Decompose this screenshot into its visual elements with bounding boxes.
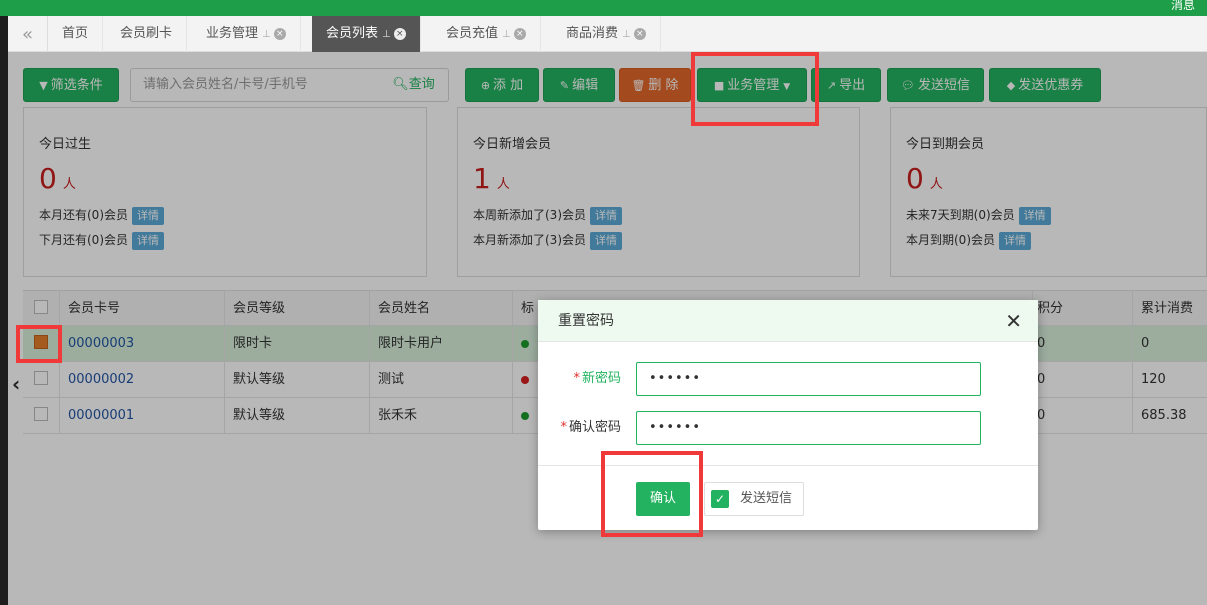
confirm-password-label: * 确认密码 — [560, 420, 621, 435]
tab-member-swipe[interactable]: 会员刷卡 — [106, 16, 188, 52]
tab-goods-consume[interactable]: 商品消费 ⊥ × — [552, 16, 661, 52]
tab-member-list[interactable]: 会员列表 ⊥ × — [312, 16, 421, 52]
send-sms-checkbox[interactable]: ✓ 发送短信 — [704, 482, 804, 516]
new-password-label: * 新密码 — [573, 371, 621, 386]
close-tab-icon[interactable]: × — [513, 27, 526, 40]
highlight-box-checkbox — [16, 325, 62, 363]
tab-member-recharge[interactable]: 会员充值 ⊥ × — [432, 16, 541, 52]
new-password-input[interactable]: •••••• — [636, 362, 981, 396]
close-tab-icon[interactable]: × — [393, 27, 406, 40]
close-icon[interactable]: ✕ — [1005, 300, 1022, 342]
top-bar: 消息 — [0, 0, 1207, 16]
pin-icon[interactable]: ⊥ — [502, 29, 511, 40]
tab-bar: « 首页 会员刷卡 业务管理 ⊥ × 会员列表 ⊥ × 会员充值 ⊥ × 商品消费 ⊥ × — [8, 16, 1207, 52]
send-sms-label: 发送短信 — [740, 491, 793, 506]
pin-icon[interactable]: ⊥ — [382, 29, 391, 40]
pin-icon[interactable]: ⊥ — [622, 29, 631, 40]
tab-home[interactable]: 首页 — [48, 16, 104, 52]
left-sidebar-strip — [0, 16, 8, 605]
checkmark-icon: ✓ — [711, 490, 729, 508]
dialog-title: 重置密码 — [558, 313, 614, 329]
close-tab-icon[interactable]: × — [633, 27, 646, 40]
dialog-header: 重置密码 ✕ — [538, 300, 1038, 342]
highlight-box-business — [691, 52, 819, 126]
top-message[interactable]: 消息 — [1171, 0, 1195, 13]
tab-business[interactable]: 业务管理 ⊥ × — [192, 16, 301, 52]
chevron-left-icon[interactable]: ‹ — [12, 372, 20, 396]
pin-icon[interactable]: ⊥ — [262, 29, 271, 40]
confirm-password-input[interactable]: •••••• — [636, 411, 981, 445]
collapse-tabs-icon[interactable]: « — [8, 16, 48, 52]
confirm-password-row: * 确认密码 •••••• — [538, 411, 1038, 445]
highlight-box-confirm — [601, 451, 703, 537]
new-password-row: * 新密码 •••••• — [538, 362, 1038, 396]
close-tab-icon[interactable]: × — [273, 27, 286, 40]
